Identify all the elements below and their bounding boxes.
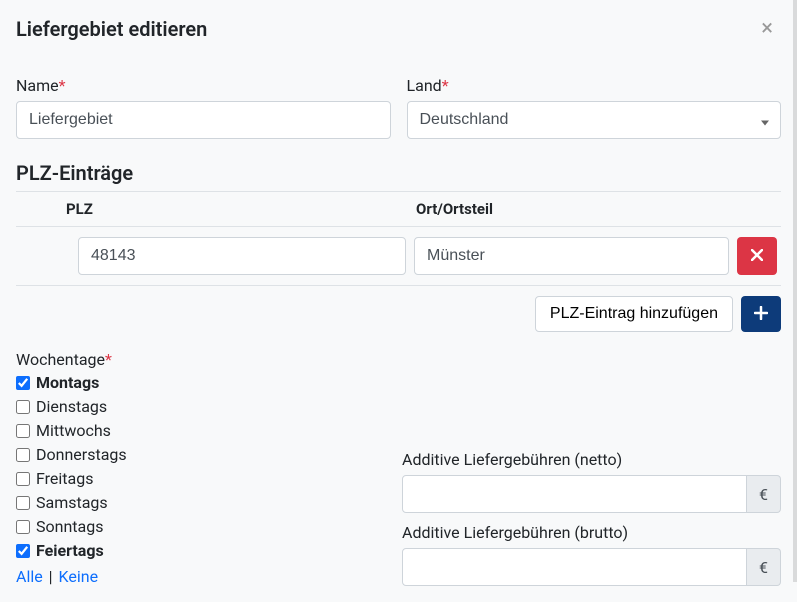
land-label-text: Land [407, 76, 442, 95]
fees-group: Additive Liefergebühren (netto) € Additi… [402, 350, 781, 586]
fee-brutto-label: Additive Liefergebühren (brutto) [402, 523, 781, 542]
land-select-wrap [407, 101, 782, 139]
add-plz-label-button[interactable]: PLZ-Eintrag hinzufügen [535, 296, 733, 332]
required-asterisk: * [59, 76, 66, 95]
weekday-item-dienstags: Dienstags [16, 395, 386, 419]
plz-input[interactable] [78, 237, 406, 275]
fee-brutto-group: Additive Liefergebühren (brutto) € [402, 523, 781, 586]
ort-input[interactable] [414, 237, 729, 275]
add-plz-button[interactable] [741, 296, 781, 332]
fee-netto-input-group: € [402, 475, 781, 513]
weekday-label-text: Mittwochs [36, 419, 111, 443]
ort-col-header: Ort/Ortsteil [406, 200, 781, 218]
weekdays-label-text: Wochentage [16, 350, 105, 369]
link-separator: | [45, 567, 57, 586]
select-all-link[interactable]: Alle [16, 567, 43, 586]
delete-icon [751, 249, 763, 264]
weekday-item-feiertags: Feiertags [16, 539, 386, 563]
plus-icon [754, 306, 768, 323]
weekday-item-freitags: Freitags [16, 467, 386, 491]
weekday-item-samstags: Samstags [16, 491, 386, 515]
weekday-label-text: Samstags [36, 491, 108, 515]
select-none-link[interactable]: Keine [59, 567, 99, 586]
weekday-item-mittwochs: Mittwochs [16, 419, 386, 443]
plz-col-header: PLZ [16, 200, 406, 218]
required-asterisk: * [105, 350, 112, 369]
weekday-checkbox-mittwochs[interactable] [16, 424, 30, 438]
delete-row-button[interactable] [737, 237, 777, 275]
weekdays-group: Wochentage* Montags Dienstags Mittwochs … [16, 350, 386, 586]
required-asterisk: * [442, 76, 449, 95]
currency-addon: € [747, 475, 781, 513]
weekday-item-donnerstags: Donnerstags [16, 443, 386, 467]
modal-title: Liefergebiet editieren [16, 17, 207, 41]
name-label: Name* [16, 76, 391, 95]
weekday-item-montags: Montags [16, 371, 386, 395]
lower-section: Wochentage* Montags Dienstags Mittwochs … [16, 350, 781, 586]
fee-brutto-input-group: € [402, 548, 781, 586]
fee-netto-label: Additive Liefergebühren (netto) [402, 450, 781, 469]
land-field-group: Land* [407, 76, 782, 139]
fee-netto-group: Additive Liefergebühren (netto) € [402, 450, 781, 513]
weekday-label-text: Dienstags [36, 395, 107, 419]
weekday-checkbox-montags[interactable] [16, 376, 30, 390]
currency-addon: € [747, 548, 781, 586]
weekday-label-text: Montags [36, 371, 99, 395]
name-label-text: Name [16, 76, 59, 95]
weekday-checkbox-samstags[interactable] [16, 496, 30, 510]
plz-table-head: PLZ Ort/Ortsteil [16, 191, 781, 227]
weekday-label-text: Freitags [36, 467, 93, 491]
fee-brutto-input[interactable] [402, 548, 747, 586]
fee-netto-input[interactable] [402, 475, 747, 513]
plz-section-title: PLZ-Einträge [16, 161, 781, 185]
weekday-label-text: Sonntags [36, 515, 103, 539]
edit-delivery-area-modal: Liefergebiet editieren × Name* Land* [0, 0, 797, 582]
weekday-quick-links: Alle | Keine [16, 567, 386, 586]
name-field-group: Name* [16, 76, 391, 139]
plz-row [16, 227, 781, 286]
weekday-checkbox-sonntags[interactable] [16, 520, 30, 534]
weekday-label-text: Donnerstags [36, 443, 127, 467]
weekday-checkbox-donnerstags[interactable] [16, 448, 30, 462]
modal-body: Name* Land* PLZ-Einträge PLZ O [0, 76, 797, 602]
modal-header: Liefergebiet editieren × [0, 0, 797, 52]
weekdays-label: Wochentage* [16, 350, 386, 369]
weekday-item-sonntags: Sonntags [16, 515, 386, 539]
close-icon[interactable]: × [753, 14, 781, 44]
name-input[interactable] [16, 101, 391, 139]
weekday-checkbox-feiertags[interactable] [16, 544, 30, 558]
land-label: Land* [407, 76, 782, 95]
land-select[interactable] [407, 101, 782, 139]
weekday-checkbox-dienstags[interactable] [16, 400, 30, 414]
weekday-label-text: Feiertags [36, 539, 104, 563]
plz-footer: PLZ-Eintrag hinzufügen [16, 286, 781, 332]
row-name-land: Name* Land* [16, 76, 781, 139]
plz-table: PLZ Ort/Ortsteil [16, 191, 781, 332]
weekday-checkbox-freitags[interactable] [16, 472, 30, 486]
